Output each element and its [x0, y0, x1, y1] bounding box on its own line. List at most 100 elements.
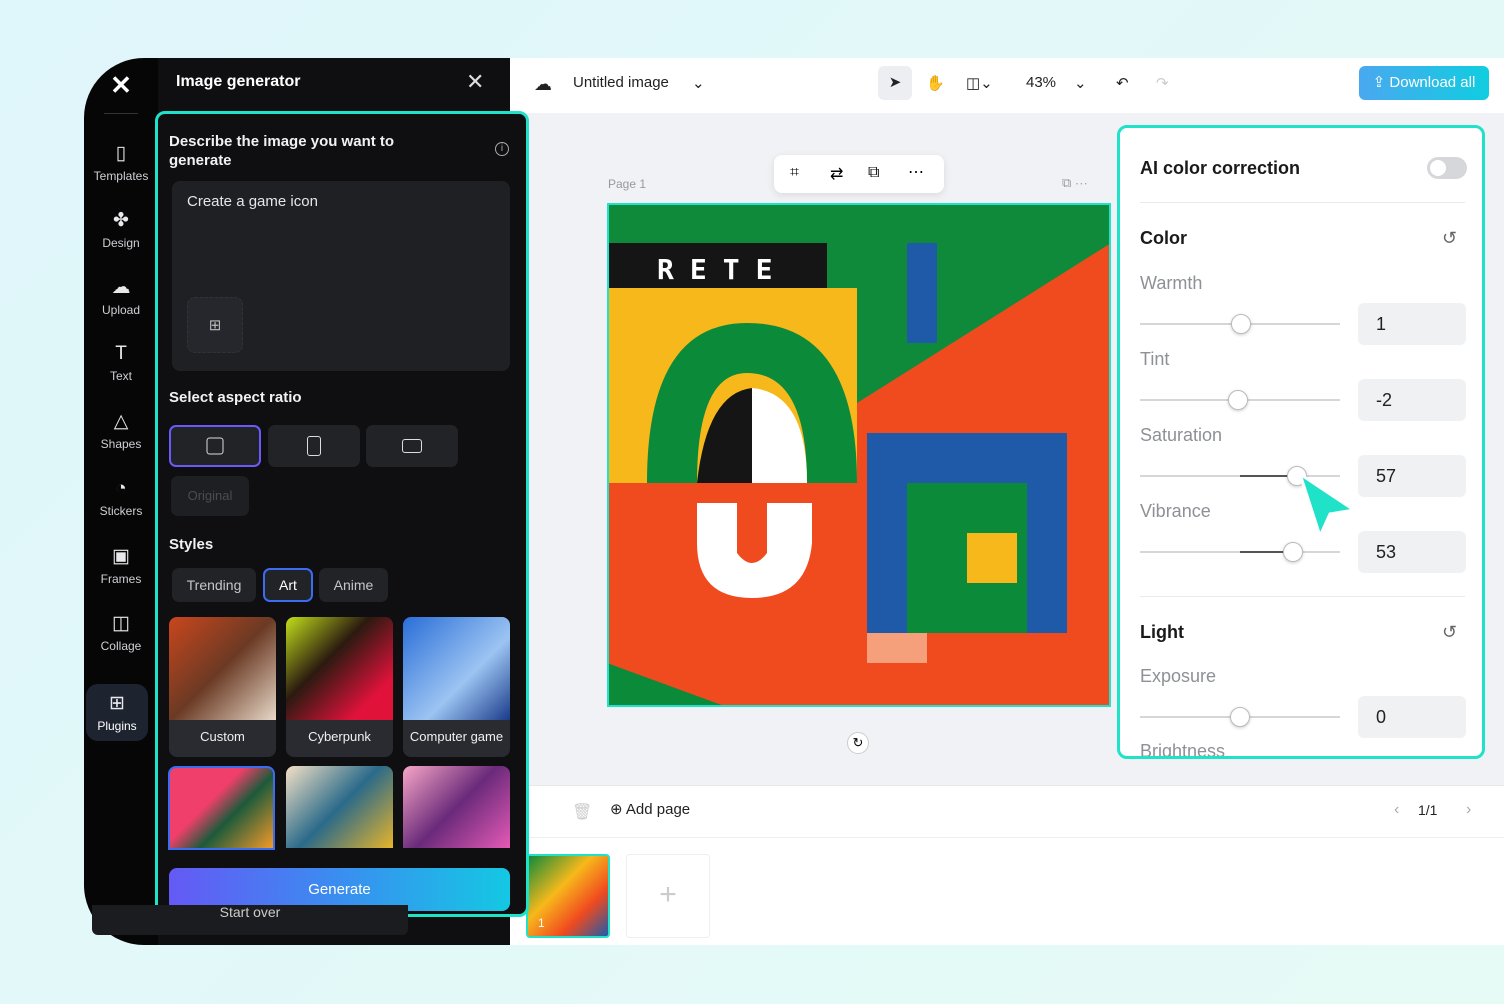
exposure-value[interactable]: 0 [1358, 696, 1466, 738]
brightness-label: Brightness [1140, 741, 1226, 759]
tint-slider[interactable] [1140, 390, 1340, 410]
page-thumbnail[interactable]: 1 [526, 854, 610, 938]
rail-item-design[interactable]: ✤ Design [84, 209, 158, 250]
color-section-title: Color [1140, 228, 1187, 248]
vibrance-value[interactable]: 53 [1358, 531, 1466, 573]
next-page-icon[interactable]: › [1466, 801, 1471, 819]
zoom-level[interactable]: 43% [1026, 74, 1056, 91]
download-all-button[interactable]: ⇪ Download all [1359, 66, 1489, 100]
design-icon: ✤ [113, 210, 129, 231]
slider-knob[interactable] [1231, 314, 1251, 334]
warmth-value[interactable]: 1 [1358, 303, 1466, 345]
reset-light-icon[interactable]: ↺ [1442, 622, 1457, 643]
style-glam[interactable] [403, 766, 510, 848]
download-label: Download all [1389, 74, 1476, 91]
generator-form: Describe the image you want to generate … [155, 111, 529, 917]
rail-item-stickers[interactable]: ◔ Stickers [84, 478, 158, 518]
duplicate-icon[interactable]: ⧉ [868, 164, 879, 182]
label: Stickers [99, 504, 143, 518]
tint-value[interactable]: -2 [1358, 379, 1466, 421]
undo-icon[interactable]: ↶ [1116, 74, 1129, 92]
rotate-handle-icon[interactable]: ↻ [847, 732, 869, 754]
plugins-icon: ⊞ [109, 693, 125, 714]
upload-icon: ☁ [111, 277, 131, 298]
slider-knob[interactable] [1283, 542, 1303, 562]
close-icon[interactable]: ✕ [466, 69, 484, 95]
label: Computer game [409, 729, 504, 744]
text-icon: T [115, 343, 127, 364]
tint-label: Tint [1140, 349, 1170, 369]
vibrance-label: Vibrance [1140, 501, 1211, 521]
add-page-button[interactable]: ⊕ Add page [610, 800, 690, 818]
start-over-button[interactable]: Start over [92, 905, 408, 935]
tab-anime[interactable]: Anime [319, 568, 388, 602]
rail-item-frames[interactable]: ▣ Frames [84, 545, 158, 586]
slider-knob[interactable] [1230, 707, 1250, 727]
shapes-icon: △ [113, 411, 129, 432]
aspect-portrait[interactable] [268, 425, 360, 467]
prompt-input[interactable]: Create a game icon ⊞ [172, 181, 510, 371]
aspect-landscape[interactable] [366, 425, 458, 467]
exposure-slider[interactable] [1140, 707, 1340, 727]
label: Frames [100, 572, 142, 586]
rail-item-collage[interactable]: ◫ Collage [84, 612, 158, 653]
info-icon[interactable]: i [495, 142, 509, 156]
exposure-label: Exposure [1140, 666, 1217, 686]
rail-item-text[interactable]: T Text [84, 343, 158, 383]
chevron-down-icon[interactable]: ⌄ [692, 74, 705, 92]
style-custom[interactable]: Custom [169, 617, 276, 757]
reset-color-icon[interactable]: ↺ [1442, 228, 1457, 249]
thumb-number: 1 [538, 916, 545, 930]
pages-bar: 🗑 ⊕ Add page ‹ 1/1 › [510, 785, 1504, 837]
select-tool-icon[interactable]: ➤ [878, 66, 912, 100]
redo-icon[interactable]: ↷ [1156, 74, 1169, 92]
add-page-label: Add page [625, 801, 691, 818]
aspect-label: Select aspect ratio [169, 389, 302, 406]
document-title[interactable]: Untitled image [573, 74, 669, 91]
filmstrip: 1 + [510, 837, 1504, 945]
light-section-title: Light [1140, 622, 1184, 642]
vibrance-slider[interactable] [1140, 542, 1340, 562]
warmth-slider[interactable] [1140, 314, 1340, 334]
crop-icon[interactable]: ⌗ [790, 164, 799, 182]
divider [104, 113, 138, 114]
rail-item-plugins[interactable]: ⊞ Plugins [86, 684, 148, 741]
describe-label: Describe the image you want to generate [169, 133, 395, 169]
label: Upload [101, 303, 141, 317]
hand-tool-icon[interactable]: ✋ [926, 74, 945, 92]
divider [1140, 202, 1465, 203]
style-computer-game[interactable]: Computer game [403, 617, 510, 757]
label: Templates [93, 169, 149, 183]
ai-color-toggle[interactable] [1427, 157, 1467, 179]
more-icon[interactable]: ⋯ [908, 162, 924, 182]
styles-label: Styles [169, 536, 214, 553]
prev-page-icon[interactable]: ‹ [1394, 801, 1399, 819]
label: Cyberpunk [308, 729, 371, 744]
replace-icon[interactable]: ⇄ [830, 164, 843, 184]
aspect-original[interactable]: Original [171, 476, 249, 516]
style-watercolor[interactable] [286, 766, 393, 848]
tab-trending[interactable]: Trending [172, 568, 256, 602]
left-rail: ✕ ▯ Templates ✤ Design ☁ Upload T Text △ Shap… [84, 58, 158, 945]
cloud-saved-icon[interactable]: ☁ [534, 74, 552, 95]
layout-icon[interactable]: ◫⌄ [966, 74, 993, 92]
slider-knob[interactable] [1228, 390, 1248, 410]
saturation-value[interactable]: 57 [1358, 455, 1466, 497]
prompt-value: Create a game icon [187, 193, 318, 210]
rail-item-templates[interactable]: ▯ Templates [84, 142, 158, 183]
zoom-chevron-icon[interactable]: ⌄ [1074, 74, 1087, 92]
selection-box[interactable] [607, 203, 1111, 707]
style-flat-art[interactable] [168, 766, 275, 850]
page-actions-icon[interactable]: ⧉ ⋯ [1062, 175, 1088, 191]
page-label: Page 1 [608, 177, 647, 191]
label: Collage [100, 639, 142, 653]
style-cyberpunk[interactable]: Cyberpunk [286, 617, 393, 757]
tab-art[interactable]: Art [263, 568, 313, 602]
capcut-logo-icon: ✕ [110, 70, 132, 100]
add-page-thumb-icon[interactable]: + [626, 854, 710, 938]
aspect-square[interactable] [169, 425, 261, 467]
rail-item-upload[interactable]: ☁ Upload [84, 276, 158, 317]
rail-item-shapes[interactable]: △ Shapes [84, 410, 158, 451]
add-image-icon[interactable]: ⊞ [187, 297, 243, 353]
delete-icon[interactable]: 🗑 [572, 802, 592, 822]
